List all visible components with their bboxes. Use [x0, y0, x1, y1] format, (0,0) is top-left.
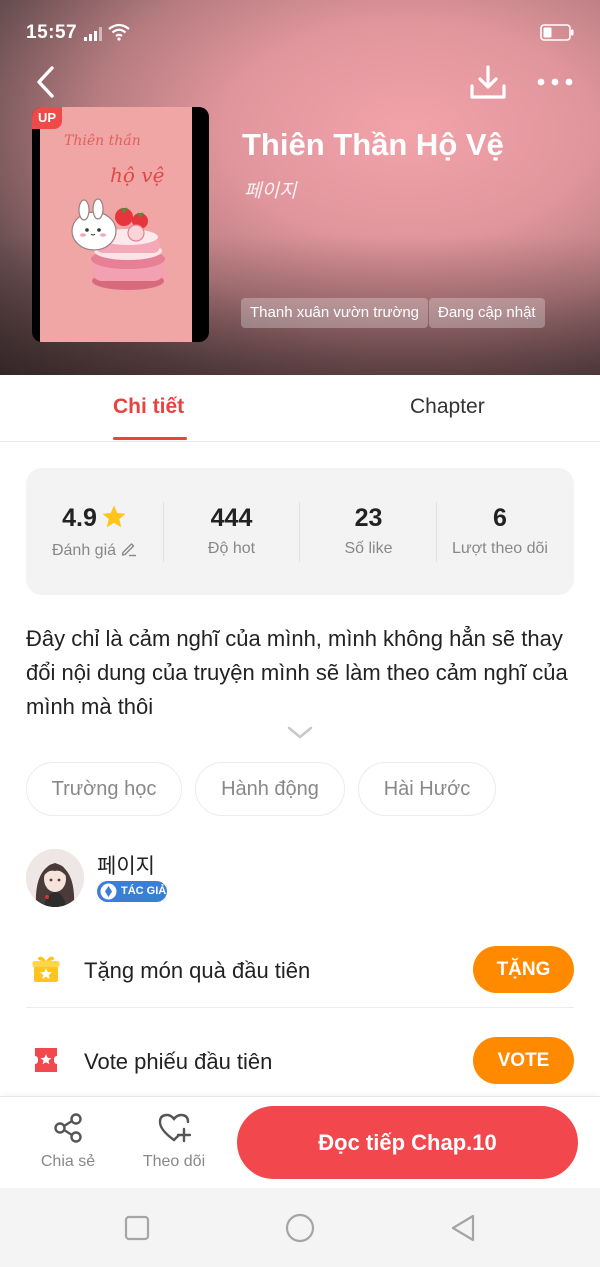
update-badge: UP	[32, 107, 62, 129]
star-icon	[102, 505, 126, 528]
hot-value: 444	[210, 504, 253, 532]
genre-tag[interactable]: Thanh xuân vườn trường	[241, 298, 429, 328]
more-dots-icon[interactable]	[534, 68, 576, 96]
tab-bar: Chi tiết Chapter	[0, 375, 600, 442]
cake-illustration	[71, 198, 165, 290]
edit-icon[interactable]	[120, 540, 137, 557]
active-tab-indicator	[113, 437, 187, 440]
recent-apps-icon[interactable]	[121, 1212, 153, 1244]
status-bar: 15:57	[26, 18, 574, 46]
follow-label: Theo dõi	[142, 1153, 206, 1170]
gift-row: Tặng món quà đầu tiên TẶNG	[26, 932, 574, 1008]
rating-label: Đánh giá	[51, 542, 117, 559]
stat-hot: 444 Độ hot	[163, 468, 300, 595]
back-arrow-icon[interactable]	[30, 64, 64, 100]
status-time: 15:57	[26, 22, 78, 43]
author-badge-icon	[100, 883, 117, 900]
system-navigation-bar	[0, 1188, 600, 1267]
book-cover[interactable]: Thiên thần hộ vệ UP	[32, 107, 209, 342]
book-header: 15:57 Thiên thần hộ vệ UP Thiên Thần Hộ …	[0, 0, 600, 375]
gift-button[interactable]: TẶNG	[473, 946, 574, 993]
followers-value: 6	[493, 504, 507, 532]
author-badge-label: TÁC GIẢ	[121, 885, 167, 897]
book-title: Thiên Thần Hộ Vệ	[242, 127, 504, 162]
rating-label-row: Đánh giá	[26, 540, 163, 560]
status-tag: Đang cập nhật	[429, 298, 545, 328]
vote-label: Vote phiếu đầu tiên	[84, 1049, 273, 1074]
author-avatar[interactable]	[26, 849, 84, 907]
followers-label: Lượt theo dõi	[452, 540, 548, 557]
wifi-icon	[108, 23, 130, 41]
book-description: Đây chỉ là cảm nghĩ của mình, mình không…	[26, 626, 568, 719]
system-back-icon[interactable]	[447, 1212, 479, 1244]
rating-value-row: 4.9	[26, 504, 163, 533]
share-icon	[54, 1113, 82, 1143]
cover-title-line-2: hộ vệ	[110, 163, 165, 187]
likes-label: Số like	[344, 540, 393, 557]
stat-rating[interactable]: 4.9 Đánh giá	[26, 468, 163, 595]
heart-plus-icon	[158, 1113, 191, 1143]
follow-button[interactable]: Theo dõi	[129, 1111, 219, 1171]
likes-value: 23	[354, 504, 383, 532]
stats-panel: 4.9 Đánh giá 444 Độ hot 23 Số like 6 Lượ…	[26, 468, 574, 595]
book-author: 페이지	[244, 181, 297, 202]
vote-button[interactable]: VOTE	[473, 1037, 574, 1084]
category-chip[interactable]: Hành động	[195, 762, 345, 816]
stat-likes: 23 Số like	[300, 468, 437, 595]
app-screen: 15:57 Thiên thần hộ vệ UP Thiên Thần Hộ …	[0, 0, 600, 1267]
share-label: Chia sẻ	[40, 1153, 96, 1170]
share-button[interactable]: Chia sẻ	[23, 1111, 113, 1171]
cover-title-line-1: Thiên thần	[64, 133, 141, 149]
chevron-down-icon[interactable]	[286, 724, 314, 742]
author-role-badge: TÁC GIẢ	[97, 881, 167, 902]
cover-image: Thiên thần hộ vệ	[40, 107, 192, 342]
stat-followers: 6 Lượt theo dõi	[431, 468, 569, 595]
tab-details[interactable]: Chi tiết	[113, 395, 184, 419]
hot-label: Độ hot	[207, 540, 256, 557]
bottom-action-bar: Chia sẻ Theo dõi Đọc tiếp Chap.10	[0, 1096, 600, 1188]
category-chip[interactable]: Trường học	[26, 762, 182, 816]
author-name[interactable]: 페이지	[97, 850, 155, 880]
vote-row: Vote phiếu đầu tiên VOTE	[26, 1023, 574, 1099]
continue-reading-button[interactable]: Đọc tiếp Chap.10	[237, 1106, 578, 1179]
gift-label: Tặng món quà đầu tiên	[84, 958, 311, 983]
rating-value: 4.9	[62, 504, 97, 532]
download-icon[interactable]	[468, 64, 508, 102]
tab-chapter[interactable]: Chapter	[410, 395, 485, 419]
signal-icon	[84, 27, 102, 41]
gift-icon	[32, 956, 60, 982]
ticket-icon	[35, 1048, 57, 1072]
home-icon[interactable]	[284, 1212, 316, 1244]
category-chip[interactable]: Hài Hước	[358, 762, 496, 816]
avatar-image	[26, 849, 84, 907]
battery-icon	[540, 24, 574, 41]
